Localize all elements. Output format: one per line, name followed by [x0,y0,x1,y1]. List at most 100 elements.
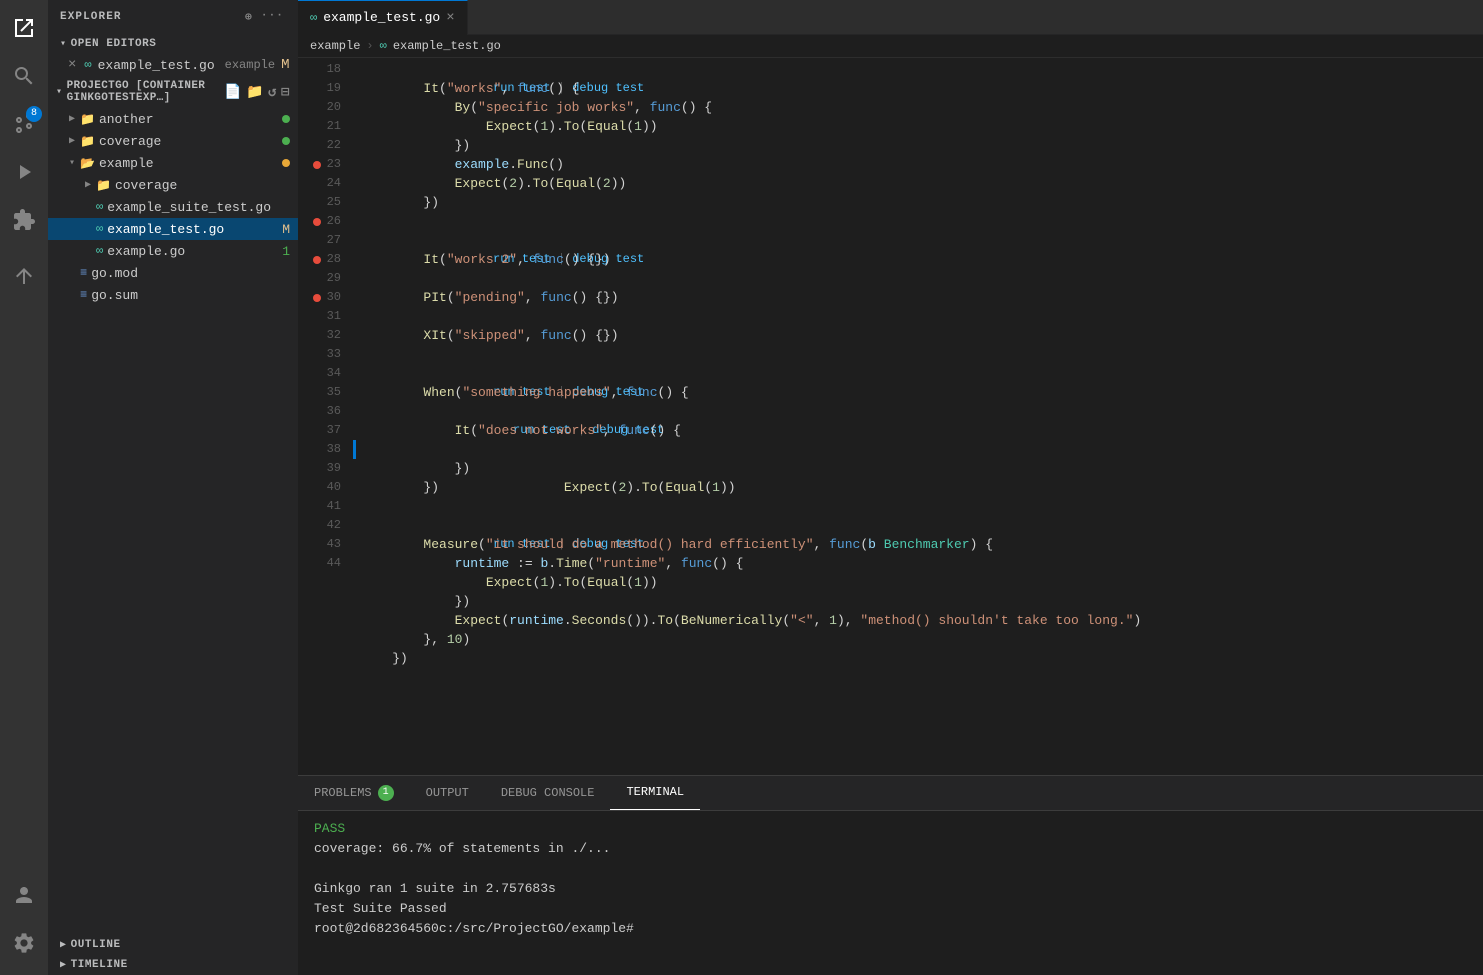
run-debug-32-label: run test | debug test [353,364,1483,383]
terminal-coverage: coverage: 66.7% of statements in ./... [314,839,1467,859]
sum-file-icon: ≡ [80,288,87,302]
folder-name: coverage [99,134,282,149]
gutter-28: 28 [298,250,345,269]
new-file-icon[interactable]: ⊕ [243,8,255,26]
gutter-18: 18 [298,60,345,79]
tree-item-example-suite[interactable]: ∞ example_suite_test.go [48,196,298,218]
tab-output[interactable]: OUTPUT [410,775,485,810]
tree-item-coverage[interactable]: ▶ 📁 coverage [48,130,298,152]
line-40: Expect(1).To(Equal(1)) [353,573,1483,592]
file-name: example_test.go [107,222,282,237]
terminal-content[interactable]: PASS coverage: 66.7% of statements in ./… [298,811,1483,975]
tab-problems[interactable]: PROBLEMS 1 [298,775,410,810]
tab-example-test[interactable]: ∞ example_test.go × [298,0,468,35]
terminal-blank [314,859,1467,879]
run-debug-26-label: run test | debug test [353,231,1483,250]
account-icon[interactable] [0,871,48,919]
terminal-prompt: root@2d682364560c:/src/ProjectGO/example… [314,919,1467,939]
sidebar-title: EXPLORER ⊕ ··· [48,0,298,34]
open-editors-header[interactable]: ▾ OPEN EDITORS [48,34,298,54]
run-debug-18-label: run test | debug test [353,60,1483,79]
line-43: }, 10) [353,630,1483,649]
run-debug-38-label: run test | debug test [353,516,1483,535]
tab-close-icon[interactable]: × [446,10,454,26]
tree-item-gosum[interactable]: ≡ go.sum [48,284,298,306]
folder-icon: 📁 [80,134,95,149]
tree-item-example[interactable]: ▾ 📂 example [48,152,298,174]
close-icon[interactable]: × [68,57,76,73]
modified-indicator: 1 [282,244,290,259]
line-36: }) [353,478,1483,497]
timeline-section[interactable]: ▶ TIMELINE [48,955,298,975]
run-icon[interactable] [0,148,48,196]
run-debug-33-label: run test | debug test [353,402,1483,421]
files-icon[interactable] [0,4,48,52]
gutter-26: 26 [298,212,345,231]
line-28: PIt("pending", func() {}) [353,288,1483,307]
panel-tabs: PROBLEMS 1 OUTPUT DEBUG CONSOLE TERMINAL [298,776,1483,811]
line-25 [353,212,1483,231]
line-29 [353,307,1483,326]
gutter-25: 25 [298,193,345,212]
folder-chevron: ▶ [64,135,80,147]
file-name: go.sum [91,288,298,303]
timeline-label: TIMELINE [71,959,128,971]
outline-label: OUTLINE [71,939,121,951]
editor-area: ∞ example_test.go × example › ∞ example_… [298,0,1483,975]
modified-badge: M [281,57,289,73]
go-file-icon: ∞ [96,244,103,258]
open-editor-example-test[interactable]: × ∞ example_test.go example M [48,54,298,76]
extensions-icon[interactable] [0,196,48,244]
open-editor-filename: example_test.go [98,58,215,73]
new-folder-icon[interactable]: 📁 [246,84,264,101]
tab-bar: ∞ example_test.go × [298,0,1483,35]
line-26: It("works 2", func() {}) [353,250,1483,269]
folder-chevron: ▶ [64,113,80,125]
refresh-icon[interactable]: ↺ [268,84,277,101]
tab-terminal[interactable]: TERMINAL [610,775,700,810]
gutter-43: 43 [298,535,345,554]
source-control-badge: 8 [26,106,42,122]
tree-item-example-coverage[interactable]: ▶ 📁 coverage [48,174,298,196]
gutter-32: 32 [298,326,345,345]
tab-debug-console[interactable]: DEBUG CONSOLE [485,775,611,810]
output-label: OUTPUT [426,786,469,800]
line-20: Expect(1).To(Equal(1)) [353,117,1483,136]
outline-section[interactable]: ▶ OUTLINE [48,935,298,955]
tree-item-another[interactable]: ▶ 📁 another [48,108,298,130]
remote-icon[interactable] [0,252,48,300]
code-content[interactable]: run test | debug test It("works", func()… [353,58,1483,775]
tree-item-example-test[interactable]: ∞ example_test.go M [48,218,298,240]
gutter-23: 23 [298,155,345,174]
folder-name: another [99,112,282,127]
more-icon[interactable]: ··· [259,8,286,26]
sidebar-title-icons: ⊕ ··· [243,8,286,26]
sidebar-title-label: EXPLORER [60,11,122,23]
timeline-chevron: ▶ [60,959,67,971]
line-22: example.Func() [353,155,1483,174]
breadcrumb-example[interactable]: example [310,39,360,53]
collapse-icon[interactable]: ⊟ [281,84,290,101]
breadcrumb-go-icon: ∞ [380,39,387,53]
problems-badge: 1 [378,785,394,801]
line-31 [353,345,1483,364]
source-control-icon[interactable]: 8 [0,100,48,148]
project-chevron: ▾ [56,86,63,98]
project-header[interactable]: ▾ PROJECTGO [CONTAINER GINKGOTESTEXP…] 📄… [48,76,298,108]
line-44: }) [353,649,1483,668]
line-39: runtime := b.Time("runtime", func() { [353,554,1483,573]
line-35: }) [353,459,1483,478]
line-19: By("specific job works", func() { [353,98,1483,117]
project-header-icons: 📄 📁 ↺ ⊟ [224,84,290,101]
breadcrumb-file[interactable]: example_test.go [393,39,501,53]
line-38: Measure("it should do a method() hard ef… [353,535,1483,554]
tree-item-gomod[interactable]: ≡ go.mod [48,262,298,284]
search-icon[interactable] [0,52,48,100]
tree-item-example-go[interactable]: ∞ example.go 1 [48,240,298,262]
settings-icon[interactable] [0,919,48,967]
gutter-36: 36 [298,402,345,421]
modified-indicator: M [282,222,290,237]
new-file-project-icon[interactable]: 📄 [224,84,242,101]
terminal-pass: PASS [314,819,1467,839]
line-18: It("works", func() { [353,79,1483,98]
